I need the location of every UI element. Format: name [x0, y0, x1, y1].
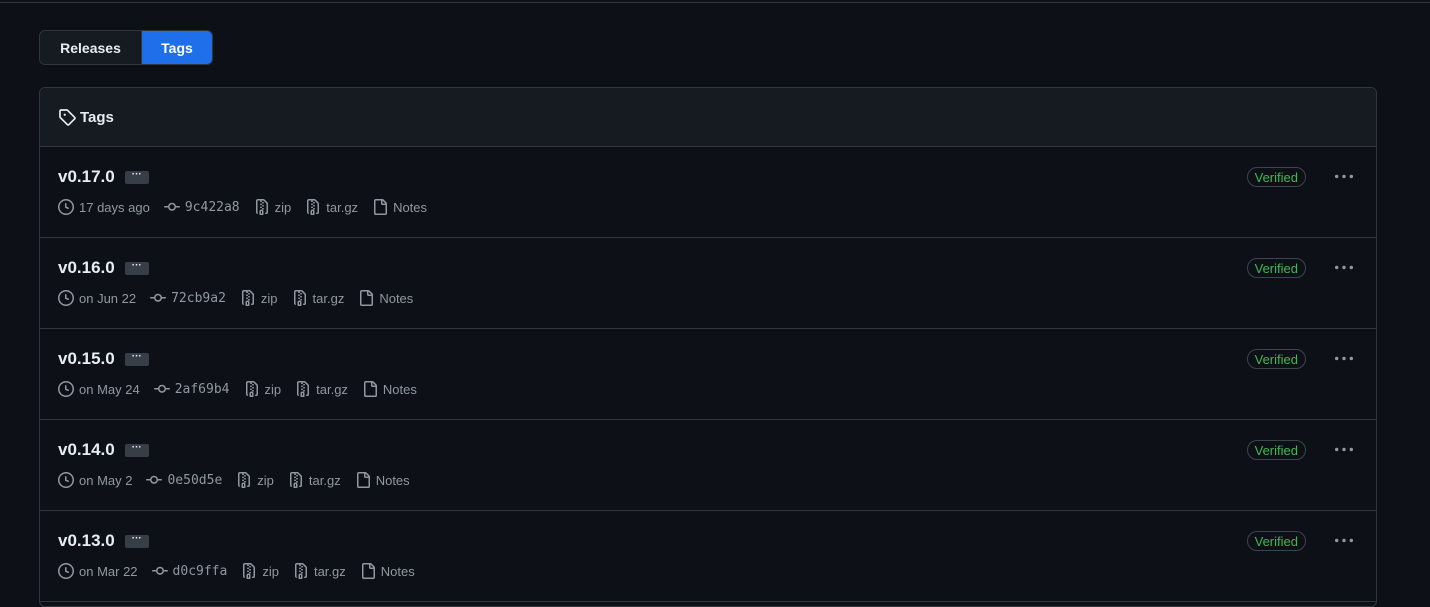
- tag-name-link[interactable]: v0.13.0: [58, 531, 115, 551]
- tag-name-link[interactable]: v0.17.0: [58, 167, 115, 187]
- commit-icon: [146, 472, 163, 488]
- verified-badge[interactable]: Verified: [1246, 531, 1306, 551]
- verified-badge[interactable]: Verified: [1246, 167, 1306, 187]
- commit-sha-link[interactable]: 72cb9a2: [171, 291, 226, 306]
- releases-tags-toggle: Releases Tags: [39, 30, 213, 65]
- tag-meta: on Jun 22 72cb9a2 zip tar.gz Notes: [58, 290, 427, 306]
- download-targz-link[interactable]: tar.gz: [309, 473, 341, 488]
- commit-icon: [150, 290, 167, 306]
- file-zip-icon: [244, 381, 260, 397]
- kebab-horizontal-icon[interactable]: [1332, 167, 1356, 187]
- tag-date: on Mar 22: [79, 563, 138, 579]
- expand-message-button[interactable]: ···: [124, 533, 149, 548]
- tag-meta: 17 days ago 9c422a8 zip tar.gz Notes: [58, 199, 441, 215]
- file-zip-icon: [292, 290, 308, 306]
- notes-link[interactable]: Notes: [379, 291, 413, 306]
- tag-icon: [58, 108, 76, 126]
- kebab-horizontal-icon[interactable]: [1332, 440, 1356, 460]
- tag-row: v0.17.0 ··· 17 days ago 9c422a8 zip tar.…: [40, 147, 1376, 238]
- tag-row: v0.15.0 ··· on May 24 2af69b4 zip tar.gz…: [40, 329, 1376, 420]
- tag-meta: on Mar 22 d0c9ffa zip tar.gz Notes: [58, 563, 429, 579]
- expand-message-button[interactable]: ···: [124, 442, 149, 457]
- tag-name-link[interactable]: v0.16.0: [58, 258, 115, 278]
- file-icon: [362, 381, 378, 397]
- clock-icon: [58, 381, 74, 397]
- expand-message-button[interactable]: ···: [124, 351, 149, 366]
- verified-badge[interactable]: Verified: [1246, 258, 1306, 278]
- file-zip-icon: [236, 472, 252, 488]
- tags-tab[interactable]: Tags: [142, 31, 212, 64]
- file-icon: [358, 290, 374, 306]
- releases-tab[interactable]: Releases: [40, 31, 142, 64]
- notes-link[interactable]: Notes: [393, 200, 427, 215]
- download-targz-link[interactable]: tar.gz: [316, 382, 348, 397]
- tag-name-link[interactable]: v0.14.0: [58, 440, 115, 460]
- expand-message-button[interactable]: ···: [124, 169, 149, 184]
- file-zip-icon: [295, 381, 311, 397]
- download-zip-link[interactable]: zip: [265, 382, 282, 397]
- tag-name-link[interactable]: v0.15.0: [58, 349, 115, 369]
- kebab-horizontal-icon[interactable]: [1332, 258, 1356, 278]
- tags-box: Tags v0.17.0 ··· 17 days ago 9c422a8 zip…: [39, 87, 1377, 607]
- file-zip-icon: [293, 563, 309, 579]
- notes-link[interactable]: Notes: [376, 473, 410, 488]
- verified-badge[interactable]: Verified: [1246, 440, 1306, 460]
- kebab-horizontal-icon[interactable]: [1332, 349, 1356, 369]
- download-zip-link[interactable]: zip: [257, 473, 274, 488]
- file-zip-icon: [241, 563, 257, 579]
- download-targz-link[interactable]: tar.gz: [313, 291, 345, 306]
- clock-icon: [58, 563, 74, 579]
- kebab-horizontal-icon[interactable]: [1332, 531, 1356, 551]
- commit-sha-link[interactable]: 2af69b4: [175, 382, 230, 397]
- tag-row: v0.13.0 ··· on Mar 22 d0c9ffa zip tar.gz…: [40, 511, 1376, 602]
- commit-sha-link[interactable]: d0c9ffa: [173, 564, 228, 579]
- download-zip-link[interactable]: zip: [262, 564, 279, 579]
- tag-meta: on May 24 2af69b4 zip tar.gz Notes: [58, 381, 431, 397]
- file-zip-icon: [254, 199, 270, 215]
- commit-icon: [151, 563, 168, 579]
- notes-link[interactable]: Notes: [383, 382, 417, 397]
- tag-date: 17 days ago: [79, 199, 150, 215]
- expand-message-button[interactable]: ···: [124, 260, 149, 275]
- commit-sha-link[interactable]: 9c422a8: [185, 200, 240, 215]
- commit-sha-link[interactable]: 0e50d5e: [167, 473, 222, 488]
- tags-box-header: Tags: [40, 88, 1376, 147]
- download-zip-link[interactable]: zip: [261, 291, 278, 306]
- verified-badge[interactable]: Verified: [1246, 349, 1306, 369]
- clock-icon: [58, 472, 74, 488]
- download-targz-link[interactable]: tar.gz: [314, 564, 346, 579]
- commit-icon: [153, 381, 170, 397]
- file-icon: [372, 199, 388, 215]
- top-divider: [0, 2, 1430, 3]
- file-icon: [360, 563, 376, 579]
- tag-row: v0.16.0 ··· on Jun 22 72cb9a2 zip tar.gz…: [40, 238, 1376, 329]
- clock-icon: [58, 199, 74, 215]
- tag-date: on Jun 22: [79, 290, 137, 306]
- file-zip-icon: [288, 472, 304, 488]
- tag-date: on May 24: [79, 381, 140, 397]
- commit-icon: [163, 199, 180, 215]
- tag-date: on May 2: [79, 472, 133, 488]
- tag-meta: on May 2 0e50d5e zip tar.gz Notes: [58, 472, 424, 488]
- notes-link[interactable]: Notes: [381, 564, 415, 579]
- tags-box-title: Tags: [80, 108, 114, 126]
- download-targz-link[interactable]: tar.gz: [326, 200, 358, 215]
- file-zip-icon: [240, 290, 256, 306]
- file-icon: [355, 472, 371, 488]
- tag-row: v0.14.0 ··· on May 2 0e50d5e zip tar.gz …: [40, 420, 1376, 511]
- download-zip-link[interactable]: zip: [275, 200, 292, 215]
- clock-icon: [58, 290, 74, 306]
- file-zip-icon: [305, 199, 321, 215]
